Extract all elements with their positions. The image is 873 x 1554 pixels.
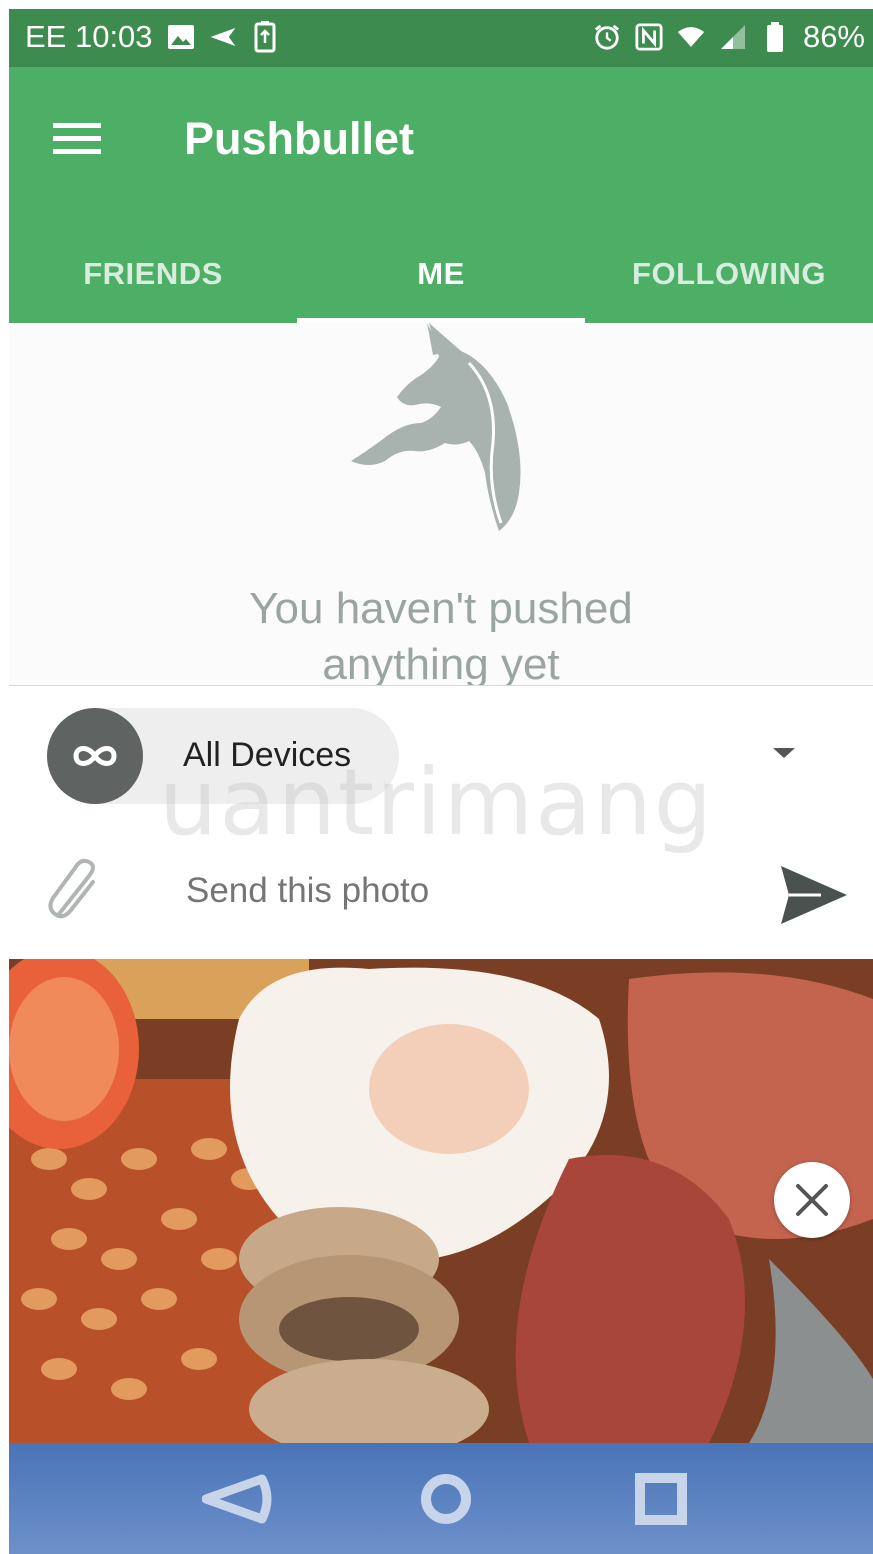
navigation-bar	[9, 1443, 873, 1554]
back-icon[interactable]	[202, 1469, 272, 1529]
recents-icon[interactable]	[626, 1469, 696, 1529]
empty-message-line1: You haven't pushed	[249, 584, 633, 633]
app-title: Pushbullet	[184, 113, 415, 164]
status-bar: EE 10:03 86%	[9, 9, 873, 67]
photo-preview	[9, 959, 873, 1443]
device-chip[interactable]: All Devices	[47, 708, 399, 804]
tab-me[interactable]: ME	[297, 225, 585, 323]
infinity-icon	[47, 708, 143, 804]
compose-bar	[9, 824, 873, 959]
carrier-time: EE 10:03	[25, 19, 153, 54]
hamburger-menu-icon[interactable]	[37, 107, 117, 171]
device-label: All Devices	[183, 736, 352, 774]
send-icon	[209, 21, 237, 53]
send-button-icon[interactable]	[777, 862, 849, 928]
tab-following[interactable]: FOLLOWING	[585, 225, 873, 323]
home-icon[interactable]	[411, 1469, 481, 1529]
empty-state: You haven't pushed anything yet	[9, 323, 873, 689]
close-icon[interactable]	[774, 1162, 850, 1238]
image-icon	[167, 21, 195, 53]
battery-icon	[761, 21, 789, 53]
paperclip-icon[interactable]	[47, 858, 107, 928]
signal-icon	[719, 21, 747, 53]
device-selector[interactable]: All Devices	[9, 685, 873, 825]
alarm-icon	[593, 21, 621, 53]
unicorn-icon	[329, 323, 539, 548]
wifi-icon	[677, 21, 705, 53]
message-input[interactable]	[184, 862, 748, 920]
battery-saver-icon	[251, 21, 279, 53]
tab-bar: FRIENDS ME FOLLOWING	[9, 225, 873, 323]
dropdown-arrow-icon[interactable]	[769, 738, 799, 768]
empty-message: You haven't pushed anything yet	[9, 581, 873, 693]
phone-screen: EE 10:03 86% Pushbullet FRIENDS ME FOLLO…	[9, 9, 873, 1554]
battery-percent: 86%	[802, 19, 865, 54]
app-bar: Pushbullet FRIENDS ME FOLLOWING	[9, 67, 873, 323]
tab-friends[interactable]: FRIENDS	[9, 225, 297, 323]
nfc-icon	[635, 21, 663, 53]
